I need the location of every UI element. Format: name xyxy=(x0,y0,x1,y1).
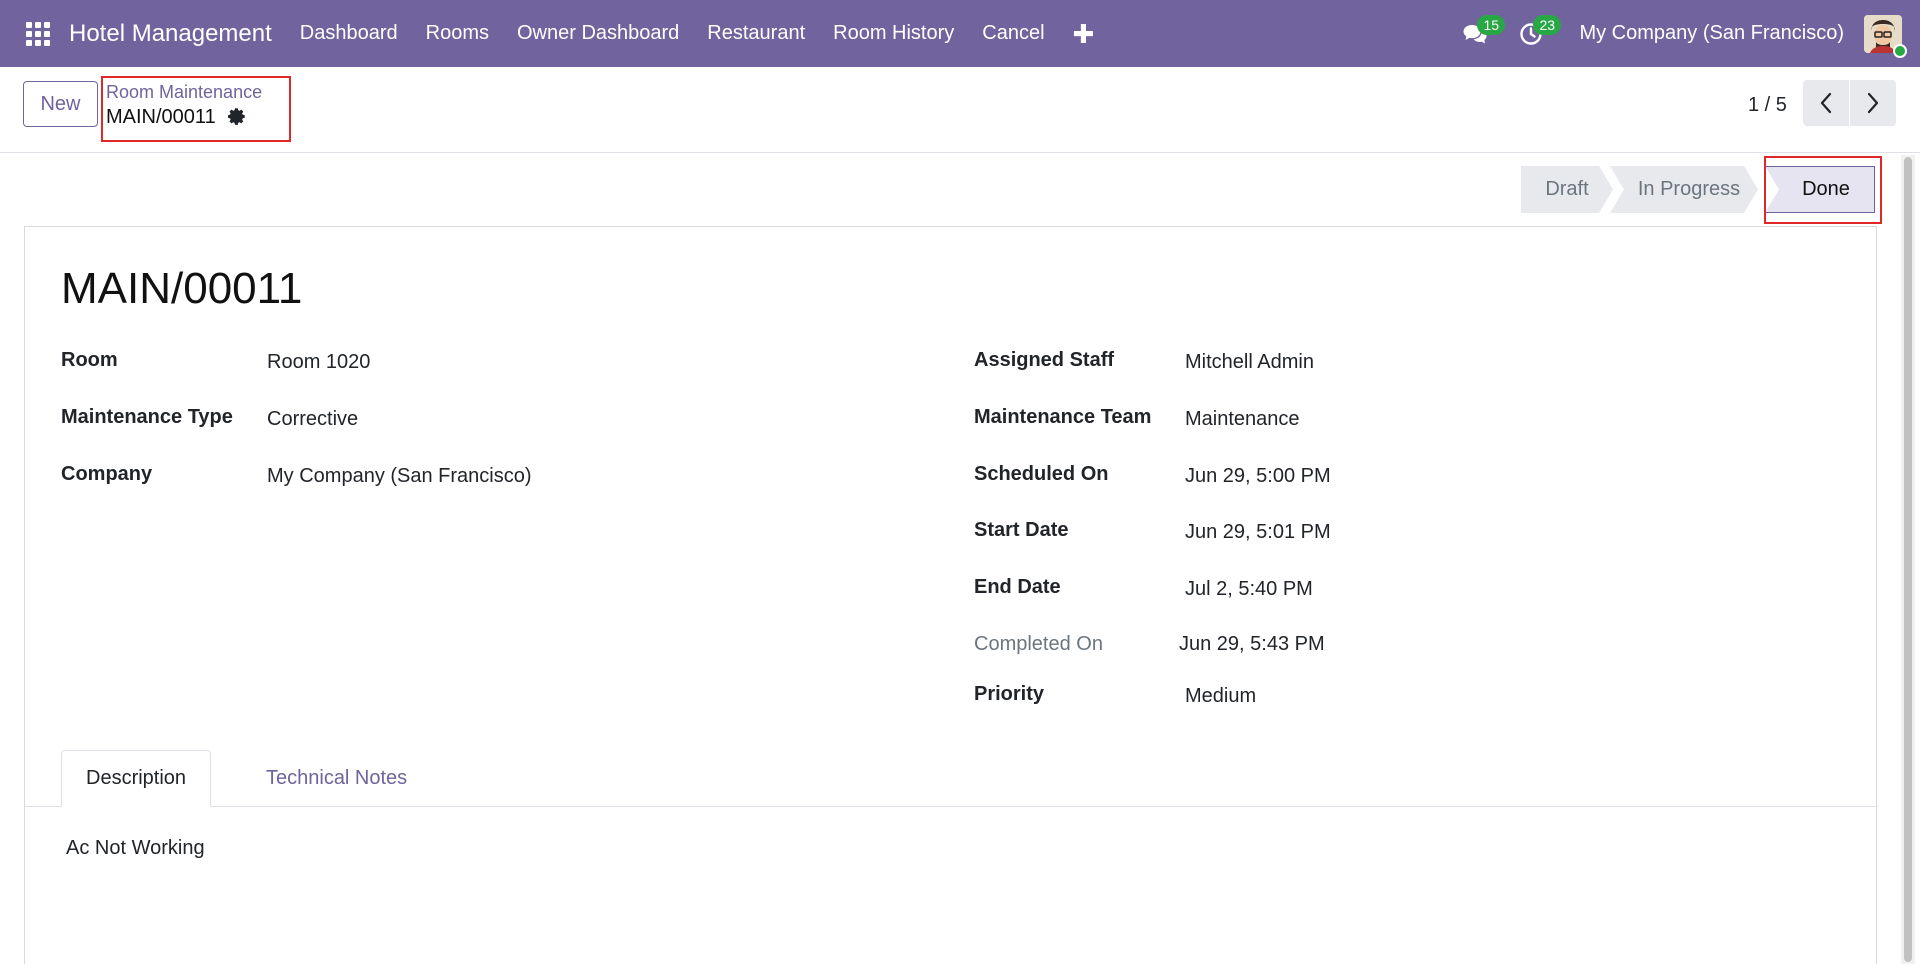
completed-on-value: Jun 29, 5:43 PM xyxy=(1179,633,1325,655)
messages-button[interactable]: 15 xyxy=(1447,14,1506,54)
maintenance-type-label: Maintenance Type xyxy=(61,406,233,428)
start-date-value[interactable]: Jun 29, 5:01 PM xyxy=(1185,521,1331,544)
maintenance-team-value[interactable]: Maintenance xyxy=(1185,408,1300,431)
tab-technical-notes[interactable]: Technical Notes xyxy=(242,750,431,807)
messages-count-badge: 15 xyxy=(1477,14,1506,35)
menu-item-cancel[interactable]: Cancel xyxy=(968,22,1058,45)
room-value[interactable]: Room 1020 xyxy=(267,351,370,374)
assigned-staff-value[interactable]: Mitchell Admin xyxy=(1185,351,1314,374)
stage-done-highlight xyxy=(1764,156,1882,224)
priority-label: Priority xyxy=(974,683,1045,705)
menu-item-dashboard[interactable]: Dashboard xyxy=(286,22,412,45)
start-date-label: Start Date xyxy=(974,519,1069,541)
stage-in-progress[interactable]: In Progress xyxy=(1610,166,1758,213)
end-date-value[interactable]: Jul 2, 5:40 PM xyxy=(1185,578,1313,601)
gear-icon[interactable] xyxy=(227,107,247,127)
record-title: MAIN/00011 xyxy=(61,264,303,313)
breadcrumb: Room Maintenance MAIN/00011 xyxy=(101,76,291,142)
menu-item-rooms[interactable]: Rooms xyxy=(412,22,503,45)
end-date-label: End Date xyxy=(974,576,1061,598)
company-switcher[interactable]: My Company (San Francisco) xyxy=(1579,22,1844,45)
control-panel: New Room Maintenance MAIN/00011 1 / 5 xyxy=(0,67,1920,153)
assigned-staff-label: Assigned Staff xyxy=(974,349,1115,371)
breadcrumb-link-room-maintenance[interactable]: Room Maintenance xyxy=(106,82,262,103)
top-navbar: Hotel Management Dashboard Rooms Owner D… xyxy=(0,0,1920,67)
systray: 15 23 My Company (San Francisco) xyxy=(1447,0,1920,67)
apps-grid-icon[interactable] xyxy=(24,20,52,48)
page-scrollbar[interactable] xyxy=(1901,155,1915,964)
breadcrumb-current-record: MAIN/00011 xyxy=(106,106,216,128)
main-menu: Dashboard Rooms Owner Dashboard Restaura… xyxy=(286,21,1109,47)
scheduled-on-label: Scheduled On xyxy=(974,463,1109,485)
pager-next-button[interactable] xyxy=(1850,80,1896,126)
scheduled-on-value[interactable]: Jun 29, 5:00 PM xyxy=(1185,465,1331,488)
maintenance-team-label: Maintenance Team xyxy=(974,406,1152,428)
completed-on-label: Completed On xyxy=(974,633,1103,655)
company-label: Company xyxy=(61,463,153,485)
app-brand[interactable]: Hotel Management xyxy=(69,20,272,48)
company-value[interactable]: My Company (San Francisco) xyxy=(267,465,532,488)
stage-draft[interactable]: Draft xyxy=(1521,166,1613,213)
activities-button[interactable]: 23 xyxy=(1503,14,1562,54)
plus-icon[interactable]: ✚ xyxy=(1059,21,1109,47)
maintenance-type-value[interactable]: Corrective xyxy=(267,408,358,431)
priority-value[interactable]: Medium xyxy=(1185,685,1256,708)
chevron-left-icon xyxy=(1820,92,1832,114)
menu-item-room-history[interactable]: Room History xyxy=(819,22,968,45)
new-button[interactable]: New xyxy=(23,81,98,127)
tab-description[interactable]: Description xyxy=(61,750,212,807)
avatar[interactable] xyxy=(1864,14,1907,58)
activities-count-badge: 23 xyxy=(1533,14,1562,35)
online-status-dot xyxy=(1893,43,1907,58)
menu-item-restaurant[interactable]: Restaurant xyxy=(693,22,819,45)
menu-item-owner-dashboard[interactable]: Owner Dashboard xyxy=(503,22,693,45)
chevron-right-icon xyxy=(1867,92,1879,114)
room-label: Room xyxy=(61,349,118,371)
pager-value[interactable]: 1 / 5 xyxy=(1748,94,1787,117)
notebook-tabs: Description Technical Notes xyxy=(25,750,1878,807)
pager-previous-button[interactable] xyxy=(1803,80,1849,126)
form-sheet: MAIN/00011 Room Room 1020 Maintenance Ty… xyxy=(24,226,1878,964)
scrollbar-thumb[interactable] xyxy=(1904,157,1912,962)
description-text[interactable]: Ac Not Working xyxy=(66,837,205,860)
